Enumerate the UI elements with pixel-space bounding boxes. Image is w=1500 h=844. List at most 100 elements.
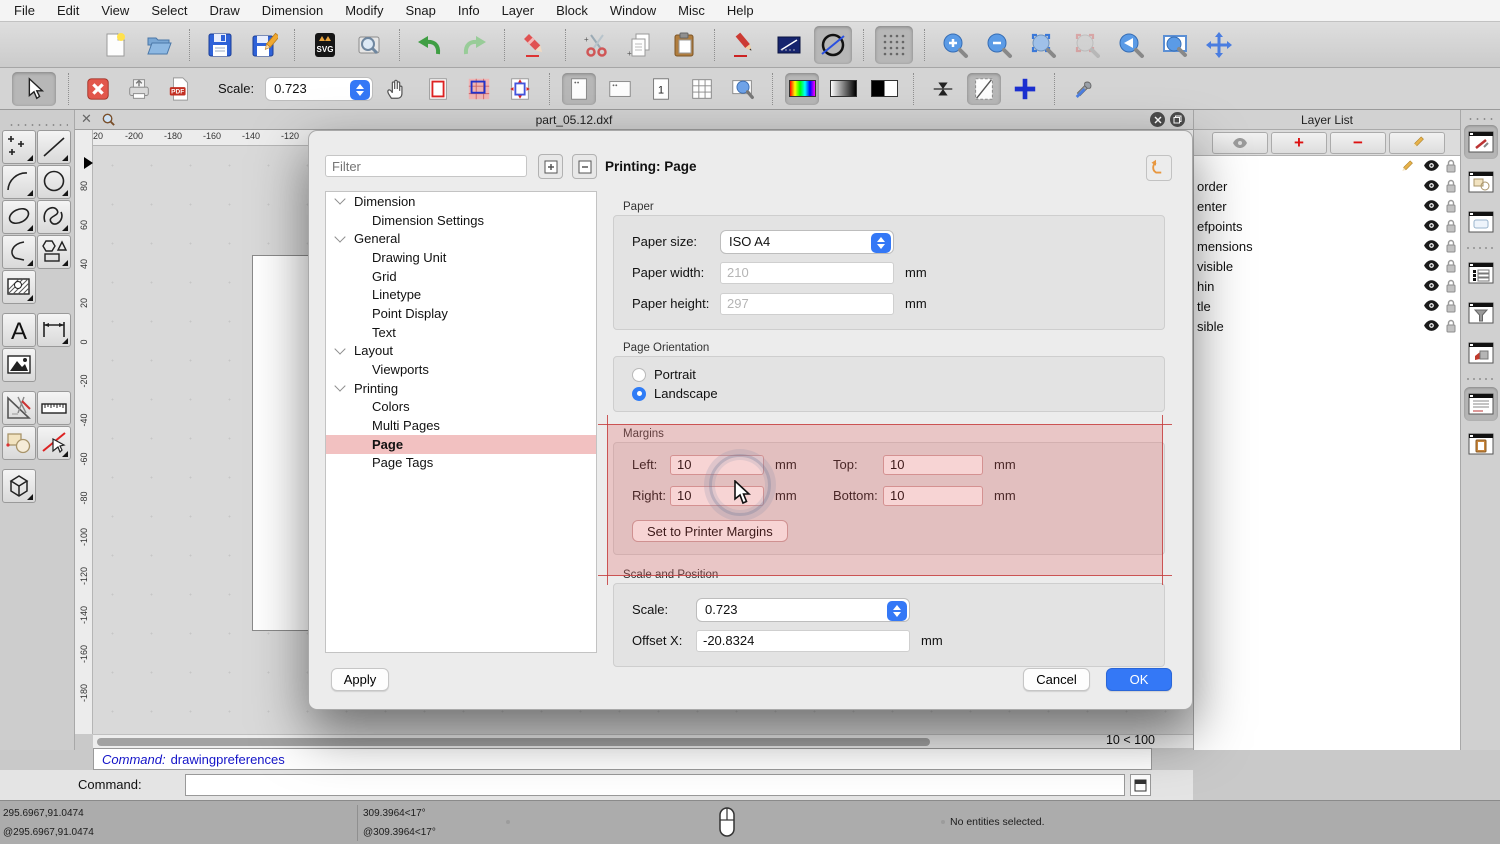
menu-block[interactable]: Block bbox=[556, 3, 588, 18]
palette-drag-handle[interactable] bbox=[6, 120, 68, 126]
spline-tool-button[interactable] bbox=[37, 200, 71, 234]
set-printer-margins-button[interactable]: Set to Printer Margins bbox=[632, 520, 788, 542]
eye-icon[interactable] bbox=[1423, 279, 1440, 292]
open-file-button[interactable] bbox=[140, 26, 178, 64]
chevron-down-icon[interactable] bbox=[334, 343, 345, 354]
lock-icon[interactable] bbox=[1445, 179, 1457, 193]
eye-icon[interactable] bbox=[1423, 159, 1440, 172]
dock-drag-handle[interactable] bbox=[1465, 114, 1496, 120]
window-restore-button[interactable] bbox=[1170, 112, 1185, 127]
tree-item-multi-pages[interactable]: Multi Pages bbox=[326, 416, 596, 435]
chevron-down-icon[interactable] bbox=[334, 231, 345, 242]
zoom-window-button[interactable] bbox=[1156, 26, 1194, 64]
menu-file[interactable]: File bbox=[14, 3, 35, 18]
chevron-down-icon[interactable] bbox=[334, 381, 345, 392]
tree-item-text[interactable]: Text bbox=[326, 323, 596, 342]
scrollbar-thumb[interactable] bbox=[97, 738, 930, 746]
stepper-icon[interactable] bbox=[350, 80, 370, 100]
chevron-down-icon[interactable] bbox=[334, 194, 345, 205]
hatch-tool-button[interactable] bbox=[2, 270, 36, 304]
layer-row[interactable]: sible bbox=[1194, 316, 1460, 336]
menu-modify[interactable]: Modify bbox=[345, 3, 383, 18]
portrait-option[interactable]: Portrait bbox=[614, 365, 1164, 384]
print-settings-button[interactable] bbox=[1067, 73, 1101, 105]
margin-top-input[interactable] bbox=[883, 455, 983, 475]
circle-diameter-button[interactable] bbox=[814, 26, 852, 64]
pan-button[interactable] bbox=[1200, 26, 1238, 64]
svg-export-button[interactable]: SVG bbox=[306, 26, 344, 64]
tree-item-general[interactable]: General bbox=[326, 229, 596, 248]
lock-icon[interactable] bbox=[1445, 279, 1457, 293]
collapse-all-button[interactable] bbox=[572, 154, 597, 179]
radio-checked-icon[interactable] bbox=[632, 387, 646, 401]
lock-icon[interactable] bbox=[1445, 319, 1457, 333]
tree-item-drawing-unit[interactable]: Drawing Unit bbox=[326, 248, 596, 267]
selection-filter-panel-button[interactable] bbox=[1464, 296, 1498, 330]
save-button[interactable] bbox=[201, 26, 239, 64]
menu-draw[interactable]: Draw bbox=[209, 3, 239, 18]
draw-pencil-button[interactable] bbox=[726, 26, 764, 64]
eye-icon[interactable] bbox=[1423, 299, 1440, 312]
landscape-page-button[interactable] bbox=[603, 73, 637, 105]
save-as-button[interactable] bbox=[245, 26, 283, 64]
command-input[interactable] bbox=[185, 774, 1125, 796]
page-borders-button[interactable] bbox=[421, 73, 455, 105]
layer-row[interactable]: hin bbox=[1194, 276, 1460, 296]
measure-tool-button[interactable] bbox=[37, 391, 71, 425]
toggle-all-visibility-button[interactable] bbox=[1212, 132, 1268, 154]
window-close-button[interactable] bbox=[1150, 112, 1165, 127]
offset-x-input[interactable] bbox=[696, 630, 910, 652]
multi-pages-button[interactable] bbox=[685, 73, 719, 105]
cancel-button[interactable]: Cancel bbox=[1023, 668, 1090, 691]
text-tool-button[interactable]: A bbox=[2, 313, 36, 347]
tree-item-viewports[interactable]: Viewports bbox=[326, 360, 596, 379]
lock-icon[interactable] bbox=[1445, 239, 1457, 253]
menu-help[interactable]: Help bbox=[727, 3, 754, 18]
menu-dimension[interactable]: Dimension bbox=[262, 3, 323, 18]
grayscale-button[interactable] bbox=[826, 73, 860, 105]
delete-button[interactable] bbox=[516, 26, 554, 64]
apply-button[interactable]: Apply bbox=[331, 668, 389, 691]
command-line-panel-button[interactable] bbox=[1464, 387, 1498, 421]
eye-icon[interactable] bbox=[1423, 259, 1440, 272]
menu-view[interactable]: View bbox=[101, 3, 129, 18]
tree-item-layout[interactable]: Layout bbox=[326, 342, 596, 361]
ellipse-tool-button[interactable] bbox=[2, 200, 36, 234]
paper-size-select[interactable]: ISO A4 bbox=[720, 230, 894, 254]
menu-layer[interactable]: Layer bbox=[502, 3, 535, 18]
menu-info[interactable]: Info bbox=[458, 3, 480, 18]
pan-hand-button[interactable] bbox=[380, 73, 414, 105]
fit-to-page-button[interactable] bbox=[503, 73, 537, 105]
margin-right-input[interactable] bbox=[670, 486, 764, 506]
edit-layer-button[interactable] bbox=[1389, 132, 1445, 154]
eye-icon[interactable] bbox=[1423, 199, 1440, 212]
block-tools-button[interactable] bbox=[2, 426, 36, 460]
full-color-button[interactable] bbox=[785, 73, 819, 105]
tree-item-printing[interactable]: Printing bbox=[326, 379, 596, 398]
menu-snap[interactable]: Snap bbox=[406, 3, 436, 18]
auto-fit-button[interactable] bbox=[926, 73, 960, 105]
shapes-tool-button[interactable] bbox=[37, 235, 71, 269]
single-page-button[interactable]: 1 bbox=[644, 73, 678, 105]
eye-icon[interactable] bbox=[1423, 219, 1440, 232]
dimension-tool-button[interactable] bbox=[37, 313, 71, 347]
ok-button[interactable]: OK bbox=[1106, 668, 1172, 691]
add-layer-button[interactable]: + bbox=[1271, 132, 1327, 154]
clipboard-panel-button[interactable] bbox=[1464, 427, 1498, 461]
menu-select[interactable]: Select bbox=[151, 3, 187, 18]
tree-item-linetype[interactable]: Linetype bbox=[326, 285, 596, 304]
layer-row[interactable]: visible bbox=[1194, 256, 1460, 276]
polyline-tool-button[interactable] bbox=[2, 235, 36, 269]
previous-view-button[interactable] bbox=[1112, 26, 1150, 64]
eye-icon[interactable] bbox=[1423, 179, 1440, 192]
points-tool-button[interactable] bbox=[2, 130, 36, 164]
layer-row[interactable]: efpoints bbox=[1194, 216, 1460, 236]
margin-left-input[interactable] bbox=[670, 455, 764, 475]
grid-toggle-button[interactable] bbox=[875, 26, 913, 64]
layer-row[interactable]: order bbox=[1194, 176, 1460, 196]
lock-icon[interactable] bbox=[1445, 259, 1457, 273]
landscape-option[interactable]: Landscape bbox=[614, 384, 1164, 403]
command-panel-toggle-button[interactable] bbox=[1130, 774, 1151, 796]
zoom-to-page-button[interactable] bbox=[726, 73, 760, 105]
library-browser-panel-button[interactable] bbox=[1464, 336, 1498, 370]
